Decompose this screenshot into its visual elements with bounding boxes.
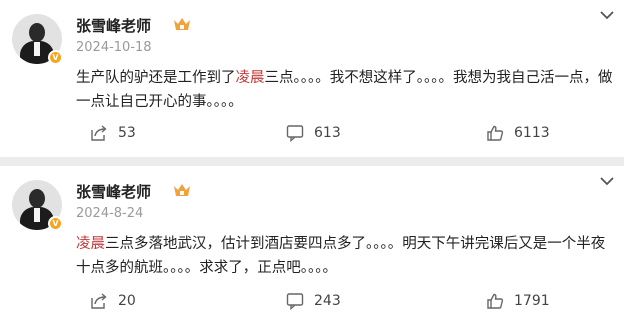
like-icon <box>487 293 504 309</box>
crown-badge-icon <box>174 184 190 196</box>
like-count: 1791 <box>514 293 550 309</box>
weibo-post-1: V 张雪峰老师 2024-10-18 生产队的驴还是工作到了凌晨三点。。。。我不… <box>0 0 624 157</box>
verified-v-icon: V <box>48 216 63 231</box>
share-count: 20 <box>118 293 136 309</box>
verified-v-icon: V <box>48 50 63 65</box>
comment-icon <box>286 293 304 310</box>
action-bar: 20 243 1791 <box>0 289 624 313</box>
comment-icon <box>286 125 304 142</box>
comment-count: 243 <box>314 293 341 309</box>
author-name[interactable]: 张雪峰老师 <box>76 15 151 36</box>
action-bar: 53 613 6113 <box>0 121 624 145</box>
post-text: 凌晨三点多落地武汉，估计到酒店要四点多了。。。。明天下午讲完课后又是一个半夜十点… <box>76 232 618 280</box>
highlight-text: 凌晨 <box>76 236 105 252</box>
post-date[interactable]: 2024-10-18 <box>76 40 152 55</box>
chevron-down-icon[interactable] <box>600 10 614 20</box>
like-icon <box>487 125 504 141</box>
author-name[interactable]: 张雪峰老师 <box>76 181 151 202</box>
weibo-post-2: V 张雪峰老师 2024-8-24 凌晨三点多落地武汉，估计到酒店要四点多了。。… <box>0 166 624 318</box>
like-count: 6113 <box>514 125 550 141</box>
highlight-text: 凌晨 <box>235 70 265 86</box>
post-text: 生产队的驴还是工作到了凌晨三点。。。。我不想这样了。。。。我想为我自己活一点，做… <box>76 66 618 114</box>
like-button[interactable]: 1791 <box>486 289 550 313</box>
post-text-part: 三点多落地武汉，估计到酒店要四点多了。。。。明天下午讲完课后又是一个半夜十点多的… <box>76 236 606 276</box>
share-button[interactable]: 20 <box>90 289 136 313</box>
comment-count: 613 <box>314 125 341 141</box>
chevron-down-icon[interactable] <box>600 176 614 186</box>
post-text-part: 生产队的驴还是工作到了 <box>76 70 236 86</box>
comment-button[interactable]: 613 <box>286 121 341 145</box>
post-date[interactable]: 2024-8-24 <box>76 206 143 221</box>
crown-badge-icon <box>174 18 190 30</box>
share-button[interactable]: 53 <box>90 121 136 145</box>
like-button[interactable]: 6113 <box>486 121 550 145</box>
share-count: 53 <box>118 125 136 141</box>
share-icon <box>91 125 107 141</box>
comment-button[interactable]: 243 <box>286 289 341 313</box>
share-icon <box>91 293 107 309</box>
